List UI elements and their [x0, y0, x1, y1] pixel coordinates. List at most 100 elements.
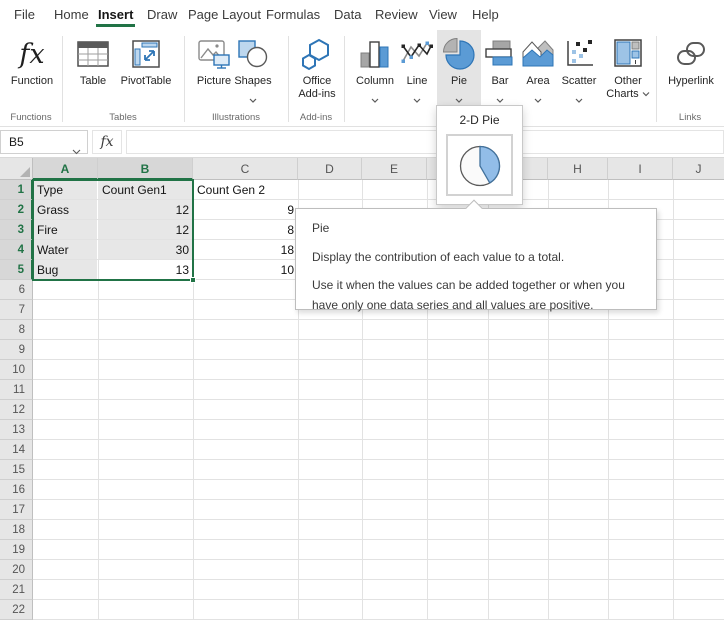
menu-tabs: File Home Insert Draw Page Layout Formulas Dat… [0, 0, 724, 30]
area-chart-label: Area [526, 75, 549, 88]
area-chart-button[interactable]: Area [519, 33, 557, 109]
menu-tab-page-layout[interactable]: Page Layout [188, 7, 261, 22]
excel-window: File Home Insert Draw Page Layout Formulas Dat… [0, 0, 724, 620]
name-box-value: B5 [9, 135, 24, 149]
picture-label: Picture [197, 75, 231, 88]
row-header-11[interactable]: 11 [0, 380, 33, 400]
select-all-button[interactable] [0, 158, 33, 180]
cell-C5[interactable]: 10 [193, 260, 298, 280]
row-header-19[interactable]: 19 [0, 540, 33, 560]
pie-gallery-dropdown: 2-D Pie [436, 105, 523, 205]
fx-icon: fx [19, 33, 44, 75]
table-button[interactable]: Table [70, 33, 116, 109]
column-chart-button[interactable]: Column [351, 33, 399, 109]
row-header-4[interactable]: 4 [0, 240, 33, 260]
menu-tab-review[interactable]: Review [375, 7, 418, 22]
picture-button[interactable]: Picture [190, 33, 238, 109]
row-header-8[interactable]: 8 [0, 320, 33, 340]
formula-input[interactable] [126, 130, 724, 154]
group-divider [344, 36, 345, 122]
column-header-C[interactable]: C [193, 158, 298, 180]
group-label-addins: Add-ins [288, 112, 344, 126]
row-header-2[interactable]: 2 [0, 200, 33, 220]
cell-C4[interactable]: 18 [193, 240, 298, 260]
bar-chart-label: Bar [491, 75, 508, 88]
column-header-E[interactable]: E [362, 158, 427, 180]
column-header-B[interactable]: B [98, 158, 193, 180]
row-header-17[interactable]: 17 [0, 500, 33, 520]
row-header-3[interactable]: 3 [0, 220, 33, 240]
hyperlink-label: Hyperlink [668, 75, 714, 88]
name-box[interactable]: B5 [0, 130, 88, 154]
row-header-6[interactable]: 6 [0, 280, 33, 300]
row-header-14[interactable]: 14 [0, 440, 33, 460]
table-icon [75, 33, 111, 75]
other-charts-label-line1: Other [614, 75, 642, 88]
menu-tab-data[interactable]: Data [334, 7, 361, 22]
pie-chart-button[interactable]: Pie [437, 30, 481, 105]
column-header-I[interactable]: I [608, 158, 673, 180]
row-header-12[interactable]: 12 [0, 400, 33, 420]
pivottable-button[interactable]: PivotTable [114, 33, 178, 109]
pie-2d-gallery-item[interactable] [446, 134, 513, 196]
pie-chart-icon [442, 33, 476, 75]
row-header-13[interactable]: 13 [0, 420, 33, 440]
menu-tab-file[interactable]: File [14, 7, 35, 22]
cell-C1[interactable]: Count Gen 2 [193, 180, 298, 200]
shapes-icon [236, 33, 270, 75]
pie-chart-label: Pie [451, 75, 467, 88]
row-header-7[interactable]: 7 [0, 300, 33, 320]
group-divider [288, 36, 289, 122]
row-header-18[interactable]: 18 [0, 520, 33, 540]
cell-C2[interactable]: 9 [193, 200, 298, 220]
menu-tab-home[interactable]: Home [54, 7, 89, 22]
area-chart-icon [520, 33, 556, 75]
scatter-chart-button[interactable]: Scatter [555, 33, 603, 109]
row-header-22[interactable]: 22 [0, 600, 33, 620]
other-charts-icon [611, 33, 645, 75]
menu-tab-formulas[interactable]: Formulas [266, 7, 320, 22]
ribbon: fx Function Table PivotTable Picture [0, 30, 724, 127]
insert-function-button[interactable]: fx [92, 130, 122, 154]
menu-tab-help[interactable]: Help [472, 7, 499, 22]
group-divider [184, 36, 185, 122]
column-header-H[interactable]: H [548, 158, 608, 180]
row-header-10[interactable]: 10 [0, 360, 33, 380]
other-charts-button[interactable]: Other Charts [601, 33, 655, 109]
row-header-15[interactable]: 15 [0, 460, 33, 480]
row-header-20[interactable]: 20 [0, 560, 33, 580]
column-header-J[interactable]: J [673, 158, 724, 180]
row-header-9[interactable]: 9 [0, 340, 33, 360]
function-button[interactable]: fx Function [6, 33, 58, 109]
hyperlink-button[interactable]: Hyperlink [662, 33, 720, 109]
group-label-functions: Functions [0, 112, 62, 126]
bar-chart-button[interactable]: Bar [481, 33, 519, 109]
office-addins-button[interactable]: Office Add-ins [290, 33, 344, 109]
formula-bar: B5 fx [0, 127, 724, 158]
chevron-down-icon [496, 90, 504, 96]
other-charts-label-line2: Charts [606, 88, 649, 101]
office-addins-label-line2: Add-ins [298, 88, 335, 101]
fill-handle[interactable] [190, 277, 196, 283]
menu-tab-draw[interactable]: Draw [147, 7, 177, 22]
line-chart-label: Line [407, 75, 428, 88]
office-addins-icon [299, 33, 335, 75]
group-divider [656, 36, 657, 122]
column-header-A[interactable]: A [33, 158, 98, 180]
menu-tab-view[interactable]: View [429, 7, 457, 22]
row-header-16[interactable]: 16 [0, 480, 33, 500]
row-header-5[interactable]: 5 [0, 260, 33, 280]
group-label-illustrations: Illustrations [184, 112, 288, 126]
pivottable-icon [129, 33, 163, 75]
tooltip-usage: Use it when the values can be added toge… [312, 275, 640, 315]
shapes-button[interactable]: Shapes [232, 33, 274, 109]
hyperlink-icon [673, 33, 709, 75]
menu-tab-insert[interactable]: Insert [98, 7, 133, 22]
chevron-down-icon [575, 90, 583, 96]
line-chart-button[interactable]: Line [397, 33, 437, 109]
row-header-1[interactable]: 1 [0, 180, 33, 200]
cell-C3[interactable]: 8 [193, 220, 298, 240]
column-header-D[interactable]: D [298, 158, 362, 180]
chevron-down-icon [534, 90, 542, 96]
row-header-21[interactable]: 21 [0, 580, 33, 600]
